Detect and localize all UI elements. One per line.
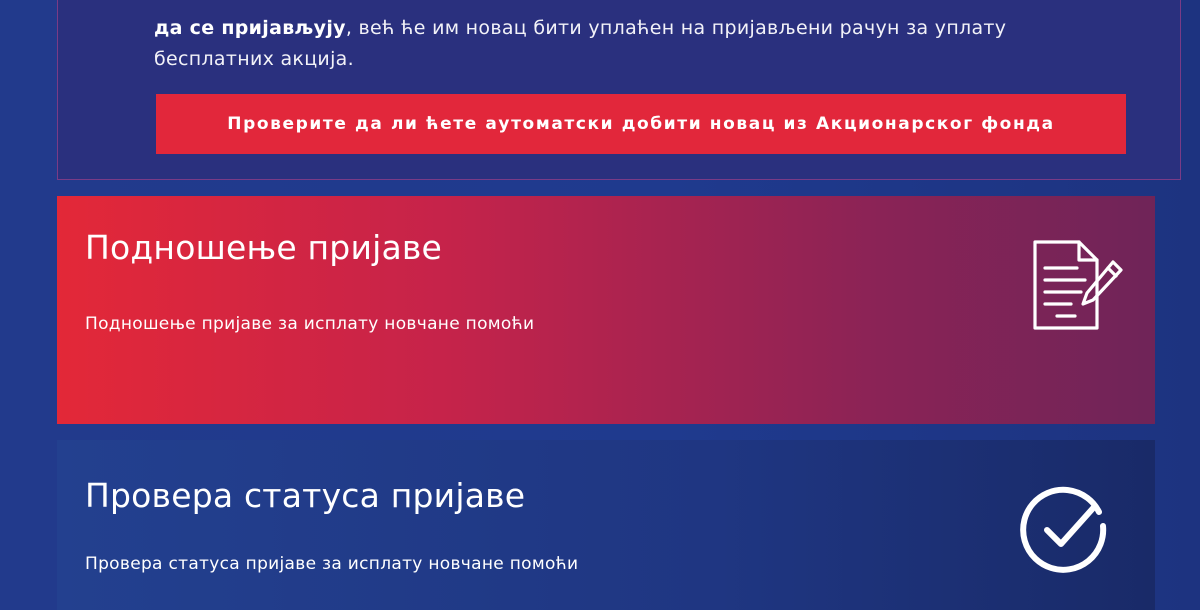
document-sign-icon	[1033, 240, 1123, 330]
application-status-card[interactable]: Провера статуса пријаве Провера статуса …	[57, 440, 1155, 610]
notice-bold-text: да се пријављују	[154, 17, 346, 39]
card-description: Провера статуса пријаве за исплату новча…	[85, 554, 579, 574]
notice-text: да се пријављују, већ ће им новац бити у…	[154, 13, 1134, 75]
info-notice-panel: да се пријављују, већ ће им новац бити у…	[57, 0, 1181, 180]
card-title: Провера статуса пријаве	[85, 476, 526, 515]
check-automatic-payment-button[interactable]: Проверите да ли ћете аутоматски добити н…	[156, 94, 1126, 154]
check-circle-icon	[1020, 486, 1107, 573]
card-description: Подношење пријаве за исплату новчане пом…	[85, 314, 535, 334]
notice-text-line2: бесплатних акција.	[154, 48, 354, 70]
card-title: Подношење пријаве	[85, 228, 443, 267]
notice-text-line1: , већ ће им новац бити уплаћен на пријав…	[345, 17, 1007, 39]
submit-application-card[interactable]: Подношење пријаве Подношење пријаве за и…	[57, 196, 1155, 424]
